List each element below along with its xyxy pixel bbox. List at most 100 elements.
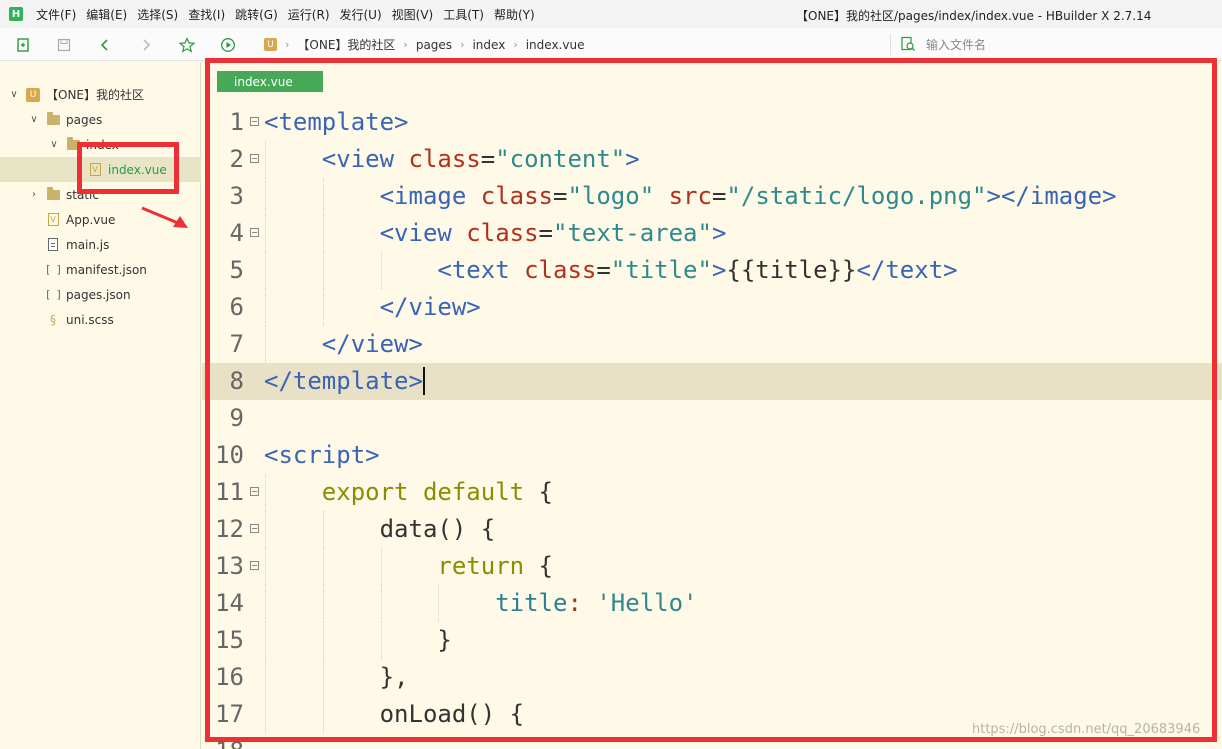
toolbar-divider [890, 34, 891, 55]
scss-file-icon: § [50, 312, 56, 327]
code-line[interactable]: 8 </template> [202, 363, 1222, 400]
crumb-separator-icon: › [513, 38, 518, 51]
fold-collapse-icon[interactable]: − [250, 524, 259, 533]
tree-item-label: pages.json [66, 287, 131, 302]
crumb-file[interactable]: index.vue [526, 38, 585, 52]
code-editor[interactable]: index.vue 1− <template> 2− <view class="co… [202, 62, 1222, 749]
code-token: = [596, 256, 611, 284]
code-line[interactable]: 2− <view class="content"> [202, 141, 1222, 178]
tree-item-static[interactable]: › static [0, 182, 201, 207]
new-file-icon[interactable] [14, 36, 32, 54]
crumb-pages[interactable]: pages [416, 38, 452, 52]
code-line[interactable]: 6 </view> [202, 289, 1222, 326]
code-line[interactable]: 9 [202, 400, 1222, 437]
tab-index-vue[interactable]: index.vue [217, 71, 323, 92]
back-arrow-icon[interactable] [96, 36, 114, 54]
menu-run[interactable]: 运行(R) [288, 6, 330, 23]
indent-guide [265, 252, 266, 289]
file-search-input[interactable] [926, 35, 1206, 55]
code-line[interactable]: 16 }, [202, 659, 1222, 696]
code-text: </template> [264, 363, 425, 400]
file-search-icon [900, 36, 916, 55]
code-line[interactable]: 15 } [202, 622, 1222, 659]
chevron-right-icon[interactable]: › [28, 189, 40, 200]
code-token: {{title}} [726, 256, 857, 284]
line-number: 1 [229, 108, 244, 136]
star-icon[interactable] [178, 36, 196, 54]
menu-view[interactable]: 视图(V) [392, 6, 434, 23]
menu-publish[interactable]: 发行(U) [340, 6, 382, 23]
code-area[interactable]: 1− <template> 2− <view class="content"> 3 <… [202, 104, 1222, 749]
code-line[interactable]: 12− data() { [202, 511, 1222, 548]
indent-guide [322, 252, 324, 289]
line-number: 16 [215, 663, 244, 691]
crumb-index[interactable]: index [472, 38, 505, 52]
menu-file[interactable]: 文件(F) [36, 6, 76, 23]
code-line[interactable]: 14 title: 'Hello' [202, 585, 1222, 622]
code-text: export default { [264, 474, 553, 511]
fold-collapse-icon[interactable]: − [250, 487, 259, 496]
tree-item-pages-json[interactable]: [ ] pages.json [0, 282, 201, 307]
tree-item-app-vue[interactable]: V App.vue [0, 207, 201, 232]
tree-item-label: static [66, 187, 99, 202]
code-line[interactable]: 4− <view class="text-area"> [202, 215, 1222, 252]
fold-collapse-icon[interactable]: − [250, 561, 259, 570]
code-token: = [538, 219, 553, 247]
tree-item-project[interactable]: ∨ U 【ONE】我的社区 [0, 82, 201, 107]
code-text: <template> [264, 104, 409, 141]
code-line[interactable]: 11− export default { [202, 474, 1222, 511]
fold-collapse-icon[interactable]: − [250, 228, 259, 237]
menu-edit[interactable]: 编辑(E) [86, 6, 127, 23]
chevron-down-icon[interactable]: ∨ [28, 114, 40, 125]
code-token: return [437, 552, 525, 580]
fold-collapse-icon[interactable]: − [250, 154, 259, 163]
forward-arrow-icon[interactable] [137, 36, 155, 54]
code-token: }, [264, 663, 409, 691]
menu-tools[interactable]: 工具(T) [443, 6, 484, 23]
chevron-down-icon[interactable]: ∨ [8, 89, 20, 100]
code-text: return { [264, 548, 553, 585]
crumb-project[interactable]: 【ONE】我的社区 [297, 36, 395, 53]
indent-guide [265, 548, 266, 585]
menu-select[interactable]: 选择(S) [137, 6, 178, 23]
code-token: class [408, 145, 481, 173]
code-line[interactable]: 13− return { [202, 548, 1222, 585]
indent-guide [380, 622, 382, 659]
tree-item-main-js[interactable]: main.js [0, 232, 201, 257]
code-token: "/static/logo.png" [726, 182, 987, 210]
tree-item-index-folder[interactable]: ∨ index [0, 132, 201, 157]
code-line[interactable]: 5 <text class="title">{{title}}</text> [202, 252, 1222, 289]
code-line[interactable]: 3 <image class="logo" src="/static/logo.… [202, 178, 1222, 215]
fold-collapse-icon[interactable]: − [250, 117, 259, 126]
menu-find[interactable]: 查找(I) [188, 6, 225, 23]
code-line[interactable]: 10 <script> [202, 437, 1222, 474]
chevron-down-icon[interactable]: ∨ [48, 139, 60, 150]
text-cursor [422, 367, 425, 395]
code-token: = [480, 145, 496, 173]
menu-goto[interactable]: 跳转(G) [235, 6, 278, 23]
tree-item-uni-scss[interactable]: § uni.scss [0, 307, 201, 332]
code-line[interactable]: 1− <template> [202, 104, 1222, 141]
run-icon[interactable] [219, 36, 237, 54]
line-number: 11 [215, 478, 244, 506]
menu-help[interactable]: 帮助(Y) [494, 6, 535, 23]
tree-item-manifest-json[interactable]: [ ] manifest.json [0, 257, 201, 282]
code-token: export default [321, 478, 525, 506]
code-line[interactable]: 7 </view> [202, 326, 1222, 363]
indent-guide [438, 585, 440, 622]
watermark: https://blog.csdn.net/qq_20683946 [972, 722, 1201, 737]
tree-item-pages[interactable]: ∨ pages [0, 107, 201, 132]
code-token: <text [437, 256, 525, 284]
tree-item-index-vue[interactable]: V index.vue [0, 157, 201, 182]
json-file-icon: [ ] [44, 288, 63, 301]
line-number: 4 [229, 219, 244, 247]
save-icon[interactable] [55, 36, 73, 54]
code-token: "text-area" [553, 219, 712, 247]
menu-bar: H 文件(F) 编辑(E) 选择(S) 查找(I) 跳转(G) 运行(R) 发行… [0, 0, 1222, 28]
indent-guide [322, 178, 324, 215]
crumb-separator-icon: › [403, 38, 408, 51]
